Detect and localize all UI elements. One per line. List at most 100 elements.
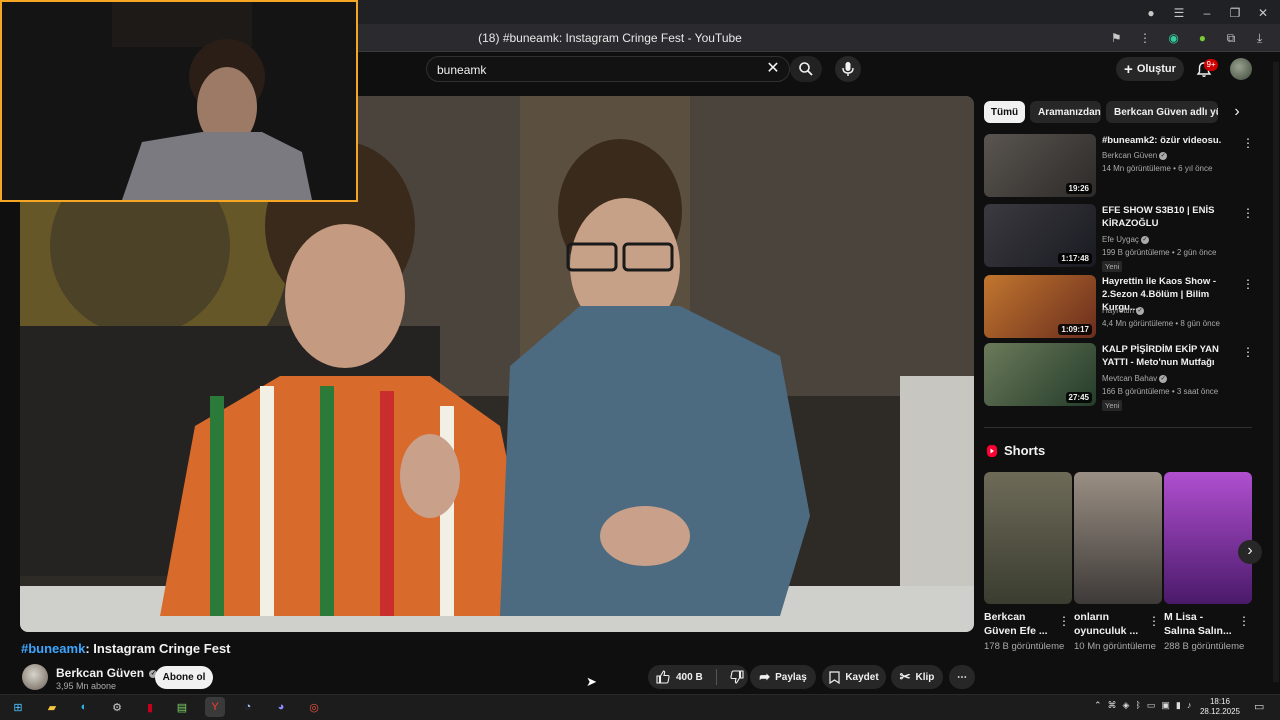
subscribe-button[interactable]: Abone ol — [155, 666, 213, 689]
video-hashtag[interactable]: #buneamk — [21, 641, 85, 656]
recommendation-title[interactable]: #buneamk2: özür videosu. — [1102, 134, 1240, 147]
short-title[interactable]: onların oyunculuk ... — [1074, 610, 1146, 638]
channel-text: Efe Uygaç — [1102, 235, 1139, 244]
short-thumbnail[interactable] — [1074, 472, 1162, 604]
file-explorer-icon[interactable]: ▰ — [42, 697, 62, 717]
subscriber-count: 3,95 Mn abone — [56, 681, 117, 691]
create-button[interactable]: + Oluştur — [1116, 57, 1184, 81]
bluetooth-icon[interactable]: ᛒ — [1135, 700, 1140, 711]
recommendation-meta: 4,4 Mn görüntüleme • 8 gün önce — [1102, 319, 1220, 328]
profile-icon[interactable]: ● — [1140, 2, 1162, 24]
search-button[interactable] — [790, 56, 822, 82]
more-vertical-icon[interactable]: ⋮ — [1148, 614, 1160, 628]
mouse-cursor-icon: ➤ — [586, 674, 597, 689]
taskbar — [0, 694, 1280, 720]
chip-channel[interactable]: Berkcan Güven adlı yük — [1106, 101, 1218, 123]
more-vertical-icon[interactable]: ⋮ — [1242, 136, 1254, 150]
recommendation-item[interactable]: 27:45 KALP PİŞİRDİM EKİP YAN YATTI - Meto… — [984, 343, 1254, 411]
extension-icon[interactable]: ◉ — [1163, 27, 1184, 49]
copilot-icon[interactable]: ◐ — [74, 697, 94, 717]
more-vertical-icon[interactable]: ⋮ — [1242, 345, 1254, 359]
app-icon[interactable]: ▮ — [140, 697, 160, 717]
recommendation-title[interactable]: EFE SHOW S3B10 | ENİS KİRAZOĞLU — [1102, 204, 1240, 230]
channel-name[interactable]: Berkcan Güven ✓ — [56, 666, 158, 680]
network-icon[interactable]: ⌘ — [1108, 700, 1117, 711]
short-title[interactable]: M Lisa - Salına Salın... — [1164, 610, 1236, 638]
menu-icon[interactable]: ☰ — [1168, 2, 1190, 24]
security-icon[interactable]: ◈ — [1123, 700, 1130, 711]
thumbs-up-icon — [656, 670, 670, 684]
settings-gear-icon[interactable]: ⚙ — [107, 697, 127, 717]
share-icon: ➦ — [759, 669, 771, 684]
more-vertical-icon[interactable]: ⋮ — [1242, 277, 1254, 291]
chip-all[interactable]: Tümü — [984, 101, 1025, 123]
scrollbar[interactable] — [1273, 62, 1279, 682]
display-icon[interactable]: ▣ — [1161, 700, 1170, 711]
recommendation-title[interactable]: KALP PİŞİRDİM EKİP YAN YATTI - Meto'nun … — [1102, 343, 1240, 369]
download-icon[interactable]: ⤓ — [1249, 27, 1270, 49]
obs-icon[interactable]: ◎ — [304, 697, 324, 717]
clock-time: 18:16 — [1209, 697, 1231, 706]
notification-center-icon[interactable]: ▭ — [1254, 700, 1264, 713]
share-button[interactable]: ➦ Paylaş — [750, 665, 816, 689]
more-vertical-icon[interactable]: ⋮ — [1242, 206, 1254, 220]
shorts-next-button[interactable]: › — [1238, 540, 1262, 564]
divider — [715, 669, 717, 685]
dislike-button[interactable] — [730, 670, 744, 684]
yandex-browser-icon[interactable]: Y — [205, 697, 225, 717]
video-thumbnail[interactable]: 19:26 — [984, 134, 1096, 197]
short-title[interactable]: Berkcan Güven Efe ... — [984, 610, 1056, 638]
video-thumbnail[interactable]: 1:09:17 — [984, 275, 1096, 338]
short-item[interactable]: M Lisa - Salına Salın... 288 B görüntülem… — [1164, 472, 1252, 654]
minimize-icon[interactable]: – — [1196, 2, 1218, 24]
recommendation-channel[interactable]: Efe Uygaç ✓ — [1102, 234, 1149, 246]
bookmark-icon[interactable]: ⚑ — [1106, 27, 1127, 49]
recommendation-item[interactable]: 19:26 #buneamk2: özür videosu. Berkcan Güv… — [984, 134, 1254, 200]
close-window-icon[interactable]: ✕ — [1252, 2, 1274, 24]
short-thumbnail[interactable] — [984, 472, 1072, 604]
store-icon[interactable]: ▤ — [172, 697, 192, 717]
video-thumbnail[interactable]: 27:45 — [984, 343, 1096, 406]
start-icon[interactable]: ⊞ — [8, 697, 28, 717]
more-actions-button[interactable]: ⋯ — [949, 665, 975, 689]
short-thumbnail[interactable] — [1164, 472, 1252, 604]
microphone-tray-icon[interactable]: ▮ — [1176, 700, 1181, 711]
steam-icon[interactable]: ◔ — [238, 697, 258, 717]
clip-button[interactable]: ✂ Klip — [891, 665, 943, 689]
recommendation-item[interactable]: 1:17:48 EFE SHOW S3B10 | ENİS KİRAZOĞLU Ef… — [984, 204, 1254, 272]
shorts-icon — [987, 444, 997, 457]
clock[interactable]: 18:16 28.12.2025 — [1198, 697, 1242, 717]
chevron-up-icon[interactable]: ⌃ — [1094, 700, 1102, 711]
short-item[interactable]: onların oyunculuk ... 10 Mn görüntüleme ⋮ — [1074, 472, 1162, 654]
more-vertical-icon[interactable]: ⋮ — [1238, 614, 1250, 628]
search-input[interactable] — [437, 61, 757, 79]
recommendation-channel[interactable]: Mevtcan Bahav ✓ — [1102, 373, 1168, 385]
video-thumbnail[interactable]: 1:17:48 — [984, 204, 1096, 267]
volume-icon[interactable]: ♪ — [1187, 700, 1192, 711]
more-icon[interactable]: ⋮ — [1135, 27, 1156, 49]
clear-search-icon[interactable]: ✕ — [764, 60, 782, 78]
green-extension-icon[interactable]: ● — [1192, 27, 1213, 49]
chevron-right-icon[interactable]: › — [1228, 103, 1246, 121]
extensions-icon[interactable]: ⧉ — [1221, 27, 1242, 49]
battery-icon[interactable]: ▭ — [1147, 700, 1156, 711]
restore-icon[interactable]: ❐ — [1224, 2, 1246, 24]
more-vertical-icon[interactable]: ⋮ — [1058, 614, 1070, 628]
recommendation-channel[interactable]: Hayrettin ✓ — [1102, 305, 1145, 317]
chip-from-search[interactable]: Aramanızdan — [1030, 101, 1101, 123]
voice-search-button[interactable] — [835, 56, 861, 82]
like-button[interactable]: 400 B — [656, 670, 703, 684]
scissors-icon: ✂ — [899, 669, 911, 684]
browser-toolbar: ⚑ ⋮ ◉ ● ⧉ ⤓ — [1106, 29, 1276, 47]
profile-avatar[interactable] — [1230, 58, 1252, 80]
channel-text: Mevtcan Bahav — [1102, 374, 1158, 383]
channel-avatar[interactable] — [22, 664, 48, 690]
recommendation-channel[interactable]: Berkcan Güven ✓ — [1102, 150, 1168, 162]
verified-icon: ✓ — [1136, 306, 1145, 315]
more-horizontal-icon: ⋯ — [957, 671, 967, 683]
short-item[interactable]: Berkcan Güven Efe ... 178 B görüntüleme ⋮ — [984, 472, 1072, 654]
save-button[interactable]: Kaydet — [822, 665, 886, 689]
recommendation-item[interactable]: 1:09:17 Hayrettin ile Kaos Show - 2.Sezon… — [984, 275, 1254, 341]
video-title-text: : Instagram Cringe Fest — [85, 641, 231, 656]
discord-icon[interactable]: ◕ — [271, 697, 291, 717]
